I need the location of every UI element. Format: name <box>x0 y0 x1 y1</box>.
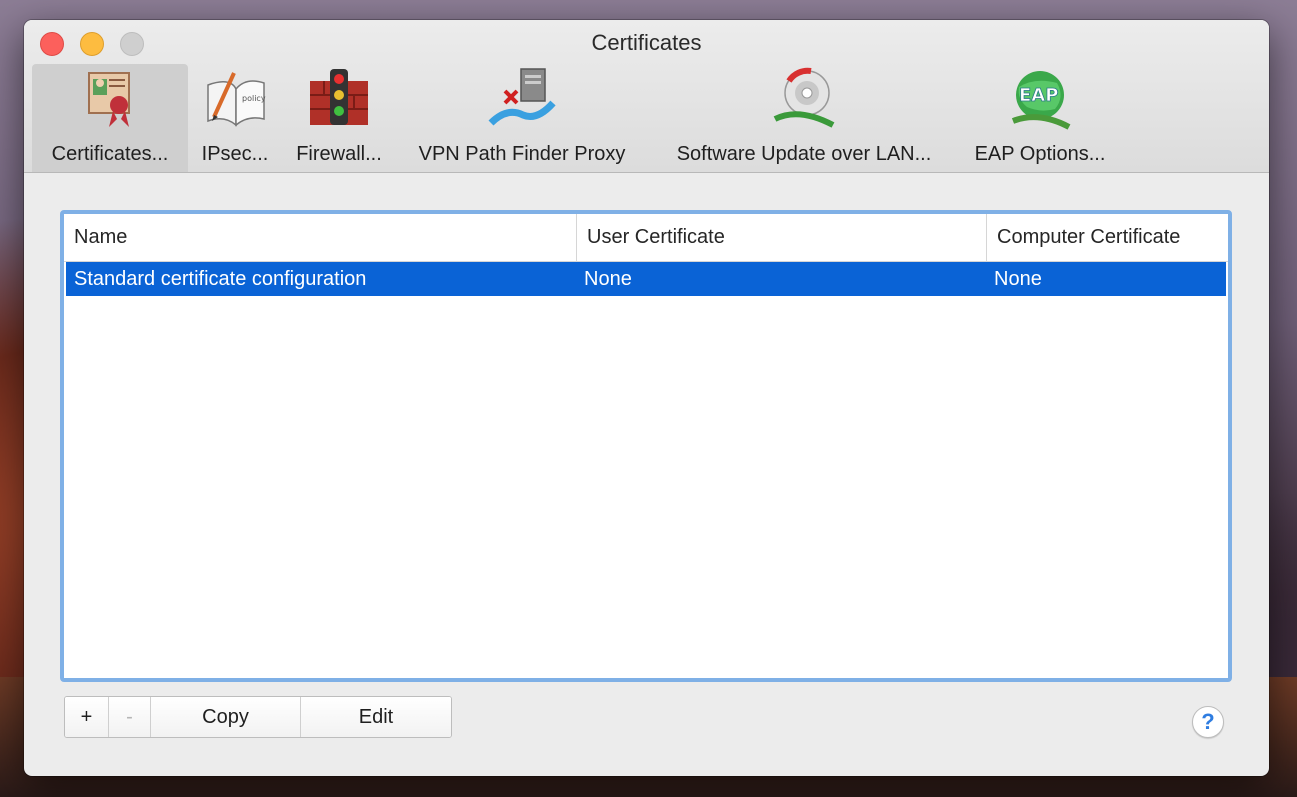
toolbar-item-label: Firewall... <box>296 143 382 165</box>
table-header: Name User Certificate Computer Certifica… <box>64 214 1228 262</box>
column-header-computer-certificate[interactable]: Computer Certificate <box>986 214 1228 261</box>
firewall-traffic-light-icon <box>310 69 368 125</box>
eap-globe-icon: EAP <box>1011 71 1071 130</box>
svg-text:policy: policy <box>242 94 266 103</box>
certificate-configurations-table[interactable]: Name User Certificate Computer Certifica… <box>60 210 1232 682</box>
toolbar-item-vpn-path-finder-proxy[interactable]: VPN Path Finder Proxy <box>396 64 648 172</box>
preferences-toolbar: Certificates... policy IPsec... Firewall… <box>32 64 1120 172</box>
toolbar-item-label: Software Update over LAN... <box>676 143 932 165</box>
software-update-disc-icon <box>773 67 835 128</box>
toolbar-item-software-update-over-lan[interactable]: Software Update over LAN... <box>648 64 960 172</box>
certificate-icon <box>88 72 130 127</box>
copy-button[interactable]: Copy <box>151 697 301 737</box>
vpn-path-finder-icon <box>488 68 556 126</box>
cell-name: Standard certificate configuration <box>74 268 367 290</box>
table-row[interactable]: Standard certificate configuration None … <box>66 262 1226 296</box>
add-button[interactable]: + <box>65 697 109 737</box>
toolbar-item-label: EAP Options... <box>974 143 1106 165</box>
column-header-name[interactable]: Name <box>64 214 576 261</box>
titlebar-toolbar-area: Certificates Certificates... policy IPse… <box>24 20 1269 173</box>
certificates-window: Certificates Certificates... policy IPse… <box>24 20 1269 776</box>
toolbar-item-label: VPN Path Finder Proxy <box>418 143 626 165</box>
table-action-buttons: + - Copy Edit <box>64 696 452 738</box>
toolbar-item-ipsec[interactable]: policy IPsec... <box>188 64 282 172</box>
toolbar-item-certificates[interactable]: Certificates... <box>32 64 188 172</box>
toolbar-item-firewall[interactable]: Firewall... <box>282 64 396 172</box>
toolbar-item-label: IPsec... <box>201 143 269 165</box>
toolbar-item-eap-options[interactable]: EAP EAP Options... <box>960 64 1120 172</box>
window-title: Certificates <box>591 30 702 55</box>
toolbar-item-label: Certificates... <box>51 143 169 165</box>
cell-user-certificate: None <box>584 268 632 290</box>
remove-button[interactable]: - <box>109 697 151 737</box>
policy-pen-icon: policy <box>207 72 266 127</box>
edit-button[interactable]: Edit <box>301 697 451 737</box>
help-button[interactable]: ? <box>1192 706 1224 738</box>
cell-computer-certificate: None <box>994 268 1042 290</box>
column-header-user-certificate[interactable]: User Certificate <box>576 214 986 261</box>
svg-text:EAP: EAP <box>1019 85 1058 106</box>
